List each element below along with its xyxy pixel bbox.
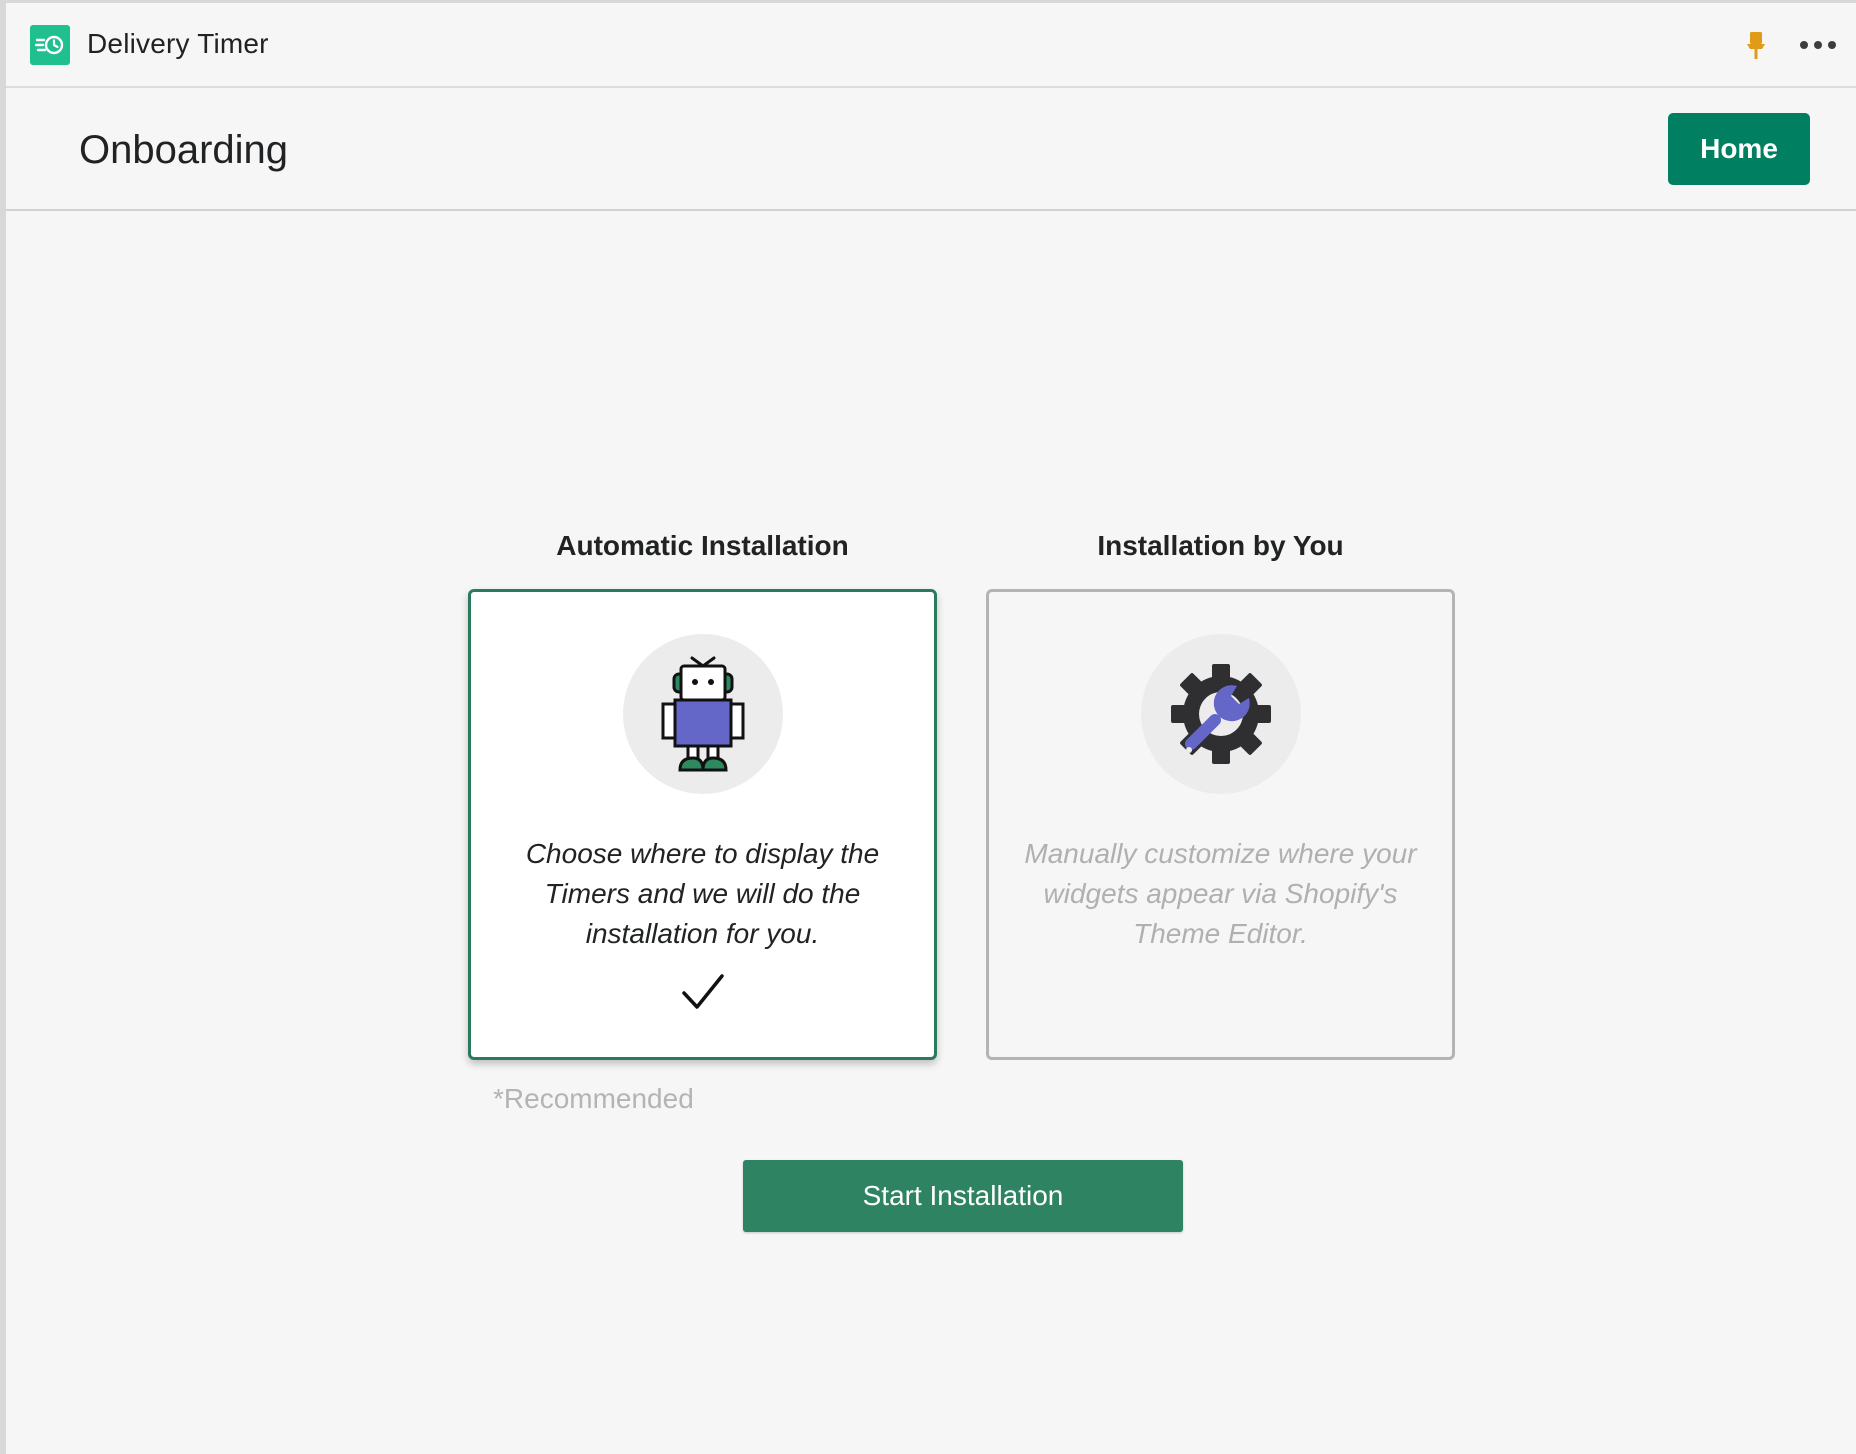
manual-installation-card[interactable]: Manually customize where your widgets ap… [986, 589, 1455, 1060]
manual-installation-description: Manually customize where your widgets ap… [1024, 838, 1417, 949]
more-actions-icon[interactable] [1800, 39, 1836, 51]
option-heading-automatic: Automatic Installation [556, 530, 849, 561]
start-installation-button[interactable]: Start Installation [743, 1160, 1183, 1232]
app-title: Delivery Timer [87, 28, 269, 59]
gear-wrench-icon [1140, 634, 1301, 794]
recommended-note: *Recommended [493, 1083, 694, 1114]
automatic-installation-card[interactable]: Choose where to display the Timers and w… [468, 589, 937, 1060]
robot-icon [622, 634, 783, 794]
delivery-timer-logo-icon [30, 25, 70, 65]
option-heading-manual: Installation by You [1097, 530, 1344, 561]
pin-icon[interactable] [1744, 29, 1768, 63]
app-bar: Delivery Timer [6, 3, 1856, 88]
check-icon [681, 974, 724, 1009]
home-button[interactable]: Home [1668, 113, 1810, 185]
app-frame: Delivery Timer Onboarding Home Automatic… [0, 0, 1856, 1454]
page-header: Onboarding Home [6, 88, 1856, 211]
automatic-installation-description: Choose where to display the Timers and w… [525, 838, 880, 949]
page-title: Onboarding [79, 128, 289, 172]
